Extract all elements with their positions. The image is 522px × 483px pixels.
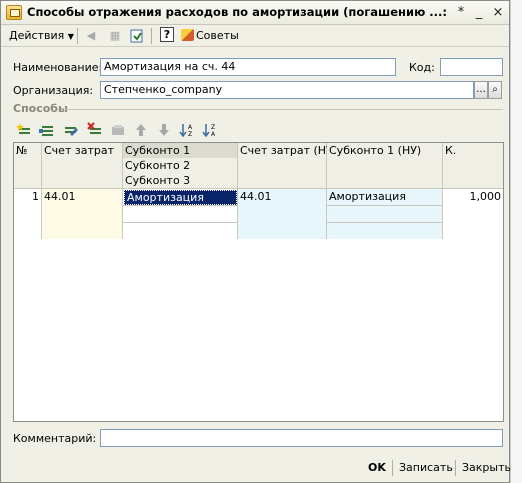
column-header-account-nu[interactable]: Счет затрат (НУ) — [238, 143, 337, 189]
comment-field[interactable] — [100, 429, 503, 447]
column-header-num[interactable]: № — [14, 143, 42, 189]
window-title: Способы отражения расходов по амортизаци… — [27, 5, 447, 19]
svg-text:A: A — [188, 124, 193, 131]
tips-label: Советы — [196, 29, 239, 42]
name-label: Наименование: — [13, 61, 103, 74]
row-divider — [123, 222, 238, 223]
svg-text:Z: Z — [188, 131, 192, 138]
ok-button[interactable]: OK — [368, 460, 386, 476]
dropdown-arrow-icon: ▼ — [67, 32, 74, 41]
minimize-button[interactable]: _ — [471, 5, 487, 20]
actions-menu[interactable]: Действия ▼ — [7, 28, 76, 44]
toolbar: Действия ▼ ◀ ▦ ? Советы — [1, 25, 509, 47]
row-divider — [327, 205, 443, 206]
save-button[interactable]: Записать — [399, 460, 453, 476]
footer-separator — [392, 460, 393, 476]
organization-label: Организация: — [13, 84, 94, 97]
column-header-subconto3[interactable]: Субконто 3 — [123, 173, 238, 189]
subconto1-nu-cell[interactable]: Амортизация — [327, 189, 443, 205]
toolbar-separator — [77, 28, 78, 44]
close-button[interactable]: × — [490, 5, 506, 20]
svg-text:Z: Z — [211, 124, 215, 131]
toolbar-separator — [151, 28, 152, 44]
sort-ascending-icon[interactable]: AZ — [179, 122, 195, 138]
code-field[interactable] — [440, 58, 503, 76]
form-icon — [6, 5, 22, 20]
close-form-button[interactable]: Закрыть — [462, 460, 511, 476]
organization-select-button[interactable]: ... — [474, 81, 488, 99]
background-window-edge — [510, 0, 522, 483]
code-label: Код: — [409, 61, 435, 74]
coef-cell[interactable]: 1,000 — [443, 189, 503, 239]
column-header-account[interactable]: Счет затрат — [42, 143, 123, 189]
organization-field[interactable]: Степченко_company — [100, 81, 474, 99]
subconto2-cell[interactable] — [123, 206, 238, 222]
column-header-subconto1-nu[interactable]: Субконто 1 (НУ) — [327, 143, 443, 189]
pin-button[interactable]: * — [453, 5, 469, 20]
column-header-subconto2[interactable]: Субконто 2 — [123, 158, 238, 174]
account-nu-cell[interactable]: 44.01 — [238, 189, 327, 239]
structure-icon[interactable]: ▦ — [107, 28, 123, 44]
search-icon[interactable]: ⌕ — [488, 81, 502, 99]
account-cell[interactable]: 44.01 — [42, 189, 123, 239]
help-icon[interactable]: ? — [160, 27, 174, 42]
methods-table[interactable]: № Счет затрат Субконто 1 Субконто 2 Субк… — [13, 142, 504, 422]
end-edit-icon[interactable] — [110, 122, 126, 138]
delete-row-icon[interactable] — [87, 122, 103, 138]
row-num-cell[interactable]: 1 — [14, 189, 42, 239]
section-title: Способы — [13, 102, 68, 115]
move-down-icon[interactable] — [156, 122, 172, 138]
svg-text:A: A — [211, 131, 216, 138]
add-row-icon[interactable] — [16, 122, 32, 138]
back-arrow-icon[interactable]: ◀ — [83, 28, 99, 44]
section-divider — [65, 109, 503, 110]
actions-menu-label: Действия — [9, 29, 65, 42]
row-divider — [327, 222, 443, 223]
column-header-subconto1[interactable]: Субконто 1 — [123, 143, 238, 159]
tips-button[interactable]: Советы — [181, 28, 239, 44]
subconto1-cell[interactable]: Амортизация — [124, 190, 237, 205]
form-window: Способы отражения расходов по амортизаци… — [0, 0, 511, 483]
sort-descending-icon[interactable]: ZA — [202, 122, 218, 138]
comment-label: Комментарий: — [13, 432, 97, 445]
subconto3-cell[interactable] — [123, 223, 238, 239]
column-header-coef[interactable]: К. — [443, 143, 503, 189]
move-up-icon[interactable] — [133, 122, 149, 138]
post-document-icon[interactable] — [129, 28, 145, 44]
tips-icon — [181, 29, 194, 41]
edit-row-icon[interactable] — [63, 122, 79, 138]
copy-row-icon[interactable] — [39, 122, 55, 138]
footer-separator — [455, 460, 456, 476]
name-field[interactable]: Амортизация на сч. 44 — [100, 58, 396, 76]
title-bar[interactable]: Способы отражения расходов по амортизаци… — [1, 1, 509, 25]
row-divider — [123, 205, 238, 206]
